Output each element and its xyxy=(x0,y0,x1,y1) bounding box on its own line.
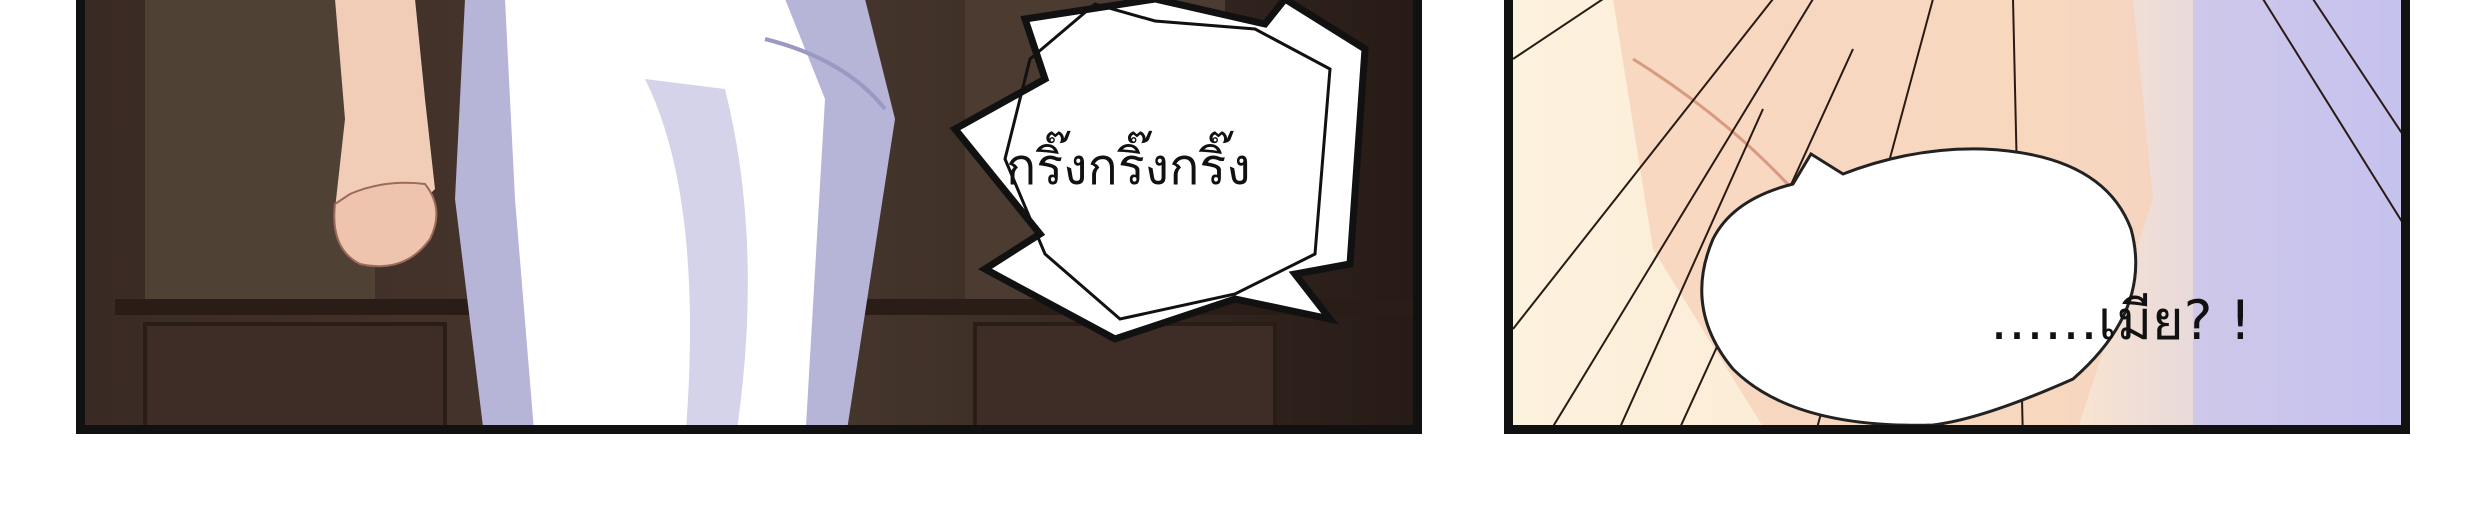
cabinet-door-right xyxy=(973,322,1277,425)
sfx-bubble-text: กริ๊งกริ๊งกริ๊ง xyxy=(1006,138,1251,196)
speech-bubble-text: ……เมีย? ! xyxy=(1990,289,2252,352)
cabinet-door-left xyxy=(143,322,447,425)
panel-left-artwork xyxy=(85,0,1413,425)
panel-right-artwork xyxy=(1513,0,2401,425)
purple-background xyxy=(2193,0,2401,425)
comic-panel-right xyxy=(1504,0,2410,434)
comic-panel-left xyxy=(76,0,1422,434)
apron xyxy=(505,0,825,425)
